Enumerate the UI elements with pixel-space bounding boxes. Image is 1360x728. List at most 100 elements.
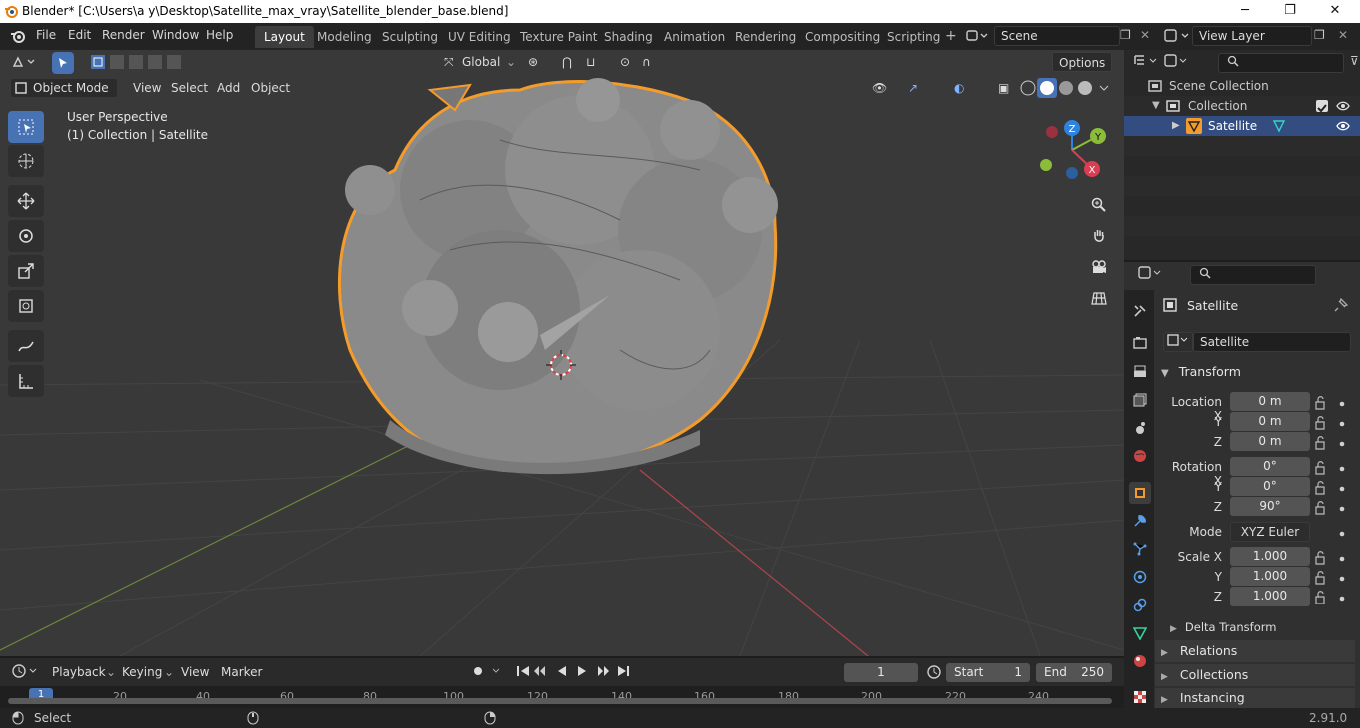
material-tab-icon[interactable] <box>1129 650 1151 672</box>
rotation-mode-dropdown[interactable]: XYZ Euler <box>1230 522 1310 542</box>
editor-type-icon[interactable] <box>10 54 40 73</box>
expand-arrow-icon[interactable]: ▶ <box>1170 624 1177 634</box>
delete-view-layer-icon[interactable]: ✕ <box>1338 28 1348 42</box>
constraints-tab-icon[interactable] <box>1129 594 1151 616</box>
perspective-toggle-icon[interactable] <box>1086 285 1112 311</box>
menu-window[interactable]: Window <box>152 28 199 42</box>
properties-editor-icon[interactable] <box>1138 266 1164 283</box>
instancing-panel-header[interactable]: ▶ Instancing <box>1155 688 1355 708</box>
tab-animation[interactable]: Animation <box>655 26 734 48</box>
object-datablock-dropdown[interactable] <box>1163 332 1193 352</box>
expand-arrow-icon[interactable]: ▶ <box>1161 672 1168 682</box>
collapse-arrow-icon[interactable]: ▼ <box>1161 368 1169 379</box>
filter-icon[interactable]: ⊽ <box>1350 54 1359 68</box>
particles-tab-icon[interactable] <box>1129 538 1151 560</box>
expand-arrow-icon[interactable]: ▶ <box>1161 695 1168 705</box>
relations-panel-header[interactable]: ▶ Relations <box>1155 640 1355 662</box>
physics-tab-icon[interactable] <box>1129 566 1151 588</box>
select-box-icon[interactable] <box>8 111 44 143</box>
view-layer-field[interactable]: View Layer <box>1192 26 1312 46</box>
visibility-icon[interactable]: 👁 <box>866 78 893 98</box>
menu-marker[interactable]: Marker <box>221 663 262 681</box>
select-tweak-icon[interactable] <box>52 52 74 74</box>
scale-z-field[interactable]: 1.000 <box>1230 587 1310 606</box>
rotation-z-field[interactable]: 90° <box>1230 497 1310 516</box>
collection-checkbox[interactable] <box>1316 100 1328 113</box>
scene-name-field[interactable]: Scene <box>994 26 1120 46</box>
menu-view[interactable]: View <box>127 78 167 98</box>
tab-compositing[interactable]: Compositing <box>796 26 889 48</box>
new-scene-icon[interactable]: ❐ <box>1120 28 1131 42</box>
transform-orientation-dropdown[interactable]: Global <box>456 52 506 72</box>
display-mode-icon[interactable] <box>1164 54 1190 71</box>
navigation-gizmo[interactable]: Z Y X <box>1036 118 1112 186</box>
collections-panel-header[interactable]: ▶ Collections <box>1155 664 1355 686</box>
menu-render[interactable]: Render <box>102 28 145 42</box>
playback-controls[interactable] <box>512 662 636 683</box>
scale-y-field[interactable]: 1.000 <box>1230 567 1310 586</box>
maximize-button[interactable]: ❐ <box>1267 0 1313 23</box>
expand-arrow-icon[interactable]: ▶ <box>1172 116 1180 136</box>
camera-view-icon[interactable] <box>1086 254 1112 280</box>
chevron-down-icon[interactable]: ⌄ <box>500 52 522 72</box>
options-dropdown[interactable]: Options <box>1052 52 1113 72</box>
scene-selector-icon[interactable] <box>966 29 988 46</box>
tab-sculpting[interactable]: Sculpting <box>373 26 447 48</box>
outliner-row-satellite[interactable]: ▶ Satellite <box>1124 116 1360 136</box>
blender-menu-icon[interactable] <box>10 28 26 47</box>
select-mode-icons[interactable] <box>90 54 185 73</box>
snap-icon[interactable]: ⋂ <box>556 52 578 72</box>
falloff-icon[interactable]: ∩ <box>636 52 657 72</box>
pan-hand-icon[interactable] <box>1086 223 1112 249</box>
properties-search-input[interactable] <box>1190 265 1316 285</box>
xray-icon[interactable]: ▣ <box>992 78 1015 98</box>
scale-x-field[interactable]: 1.000 <box>1230 547 1310 566</box>
satellite-model[interactable] <box>337 78 778 475</box>
object-tab-icon[interactable] <box>1129 482 1151 504</box>
timeline-editor-icon[interactable] <box>10 662 40 680</box>
outliner-row-collection[interactable]: ▼ Collection <box>1124 96 1360 116</box>
menu-file[interactable]: File <box>36 28 56 42</box>
rotation-y-field[interactable]: 0° <box>1230 477 1310 496</box>
delete-scene-icon[interactable]: ✕ <box>1140 28 1150 42</box>
tab-shading[interactable]: Shading <box>595 26 662 48</box>
tab-layout[interactable]: Layout <box>255 26 314 48</box>
menu-help[interactable]: Help <box>206 28 233 42</box>
menu-select[interactable]: Select <box>165 78 214 98</box>
tab-scripting[interactable]: Scripting <box>878 26 949 48</box>
rotation-x-field[interactable]: 0° <box>1230 457 1310 476</box>
mesh-data-tab-icon[interactable] <box>1129 622 1151 644</box>
new-view-layer-icon[interactable]: ❐ <box>1314 28 1325 42</box>
preview-range-icon[interactable] <box>926 664 942 683</box>
scene-tab-icon[interactable] <box>1129 417 1151 439</box>
timeline-scrollbar[interactable] <box>8 698 1112 704</box>
menu-timeline-view[interactable]: View <box>181 663 209 681</box>
object-name-input[interactable]: Satellite <box>1193 332 1351 352</box>
end-frame-field[interactable]: End 250 <box>1036 663 1112 682</box>
location-x-field[interactable]: 0 m <box>1230 392 1310 411</box>
view-layer-tab-icon[interactable] <box>1129 389 1151 411</box>
output-tab-icon[interactable] <box>1129 361 1151 383</box>
record-icon[interactable] <box>469 662 505 683</box>
tab-rendering[interactable]: Rendering <box>726 26 805 48</box>
lock-and-keyframe-icons[interactable] <box>1314 394 1354 604</box>
pin-icon[interactable] <box>1334 297 1349 315</box>
expand-arrow-icon[interactable]: ▼ <box>1152 96 1160 116</box>
measure-tool-icon[interactable] <box>8 365 44 397</box>
proportional-edit-icon[interactable]: ⊙ <box>614 52 636 72</box>
outliner-editor-icon[interactable] <box>1134 54 1160 71</box>
shading-modes-icons[interactable] <box>1018 78 1114 101</box>
delta-transform-subpanel[interactable]: ▶ Delta Transform <box>1170 620 1276 634</box>
chevron-down-icon[interactable]: ⌄ <box>164 663 174 681</box>
tab-texture-paint[interactable]: Texture Paint <box>511 26 606 48</box>
menu-add[interactable]: Add <box>211 78 246 98</box>
add-workspace-icon[interactable]: + <box>945 28 957 44</box>
close-button[interactable]: ✕ <box>1312 0 1358 23</box>
cursor-tool-icon[interactable] <box>8 145 44 177</box>
current-frame-field[interactable]: 1 <box>844 663 918 682</box>
render-tab-icon[interactable] <box>1129 332 1151 354</box>
menu-edit[interactable]: Edit <box>68 28 91 42</box>
outliner-search-input[interactable] <box>1218 53 1344 73</box>
move-tool-icon[interactable] <box>8 185 44 217</box>
transform-panel-header[interactable]: ▼ Transform <box>1155 361 1355 383</box>
